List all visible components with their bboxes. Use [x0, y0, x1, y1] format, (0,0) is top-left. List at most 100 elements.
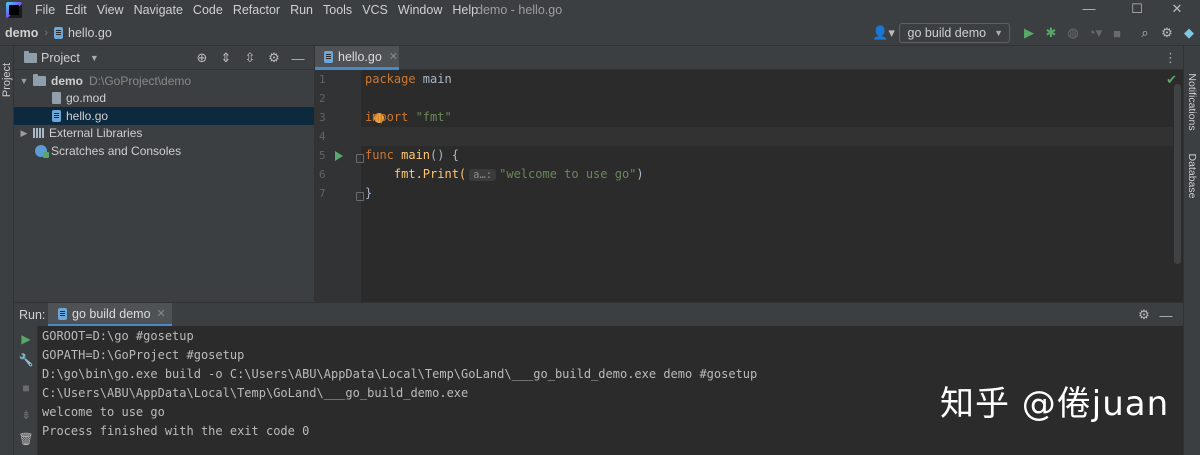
console-line: welcome to use go	[42, 405, 165, 419]
editor-tab-bar: hello.go ✕ ⋮	[315, 46, 1183, 70]
menu-navigate[interactable]: Navigate	[129, 0, 188, 20]
stop-icon[interactable]: ■	[14, 381, 38, 395]
wrench-icon[interactable]: 🔧	[14, 353, 38, 367]
breadcrumb-project[interactable]: demo	[5, 26, 38, 40]
line-number: 3	[319, 111, 326, 124]
menu-file[interactable]: File	[30, 0, 60, 20]
library-icon	[33, 128, 45, 139]
run-gutter-icon[interactable]	[335, 151, 343, 161]
project-tool-button[interactable]: Project	[1, 59, 13, 101]
code-line-5: func main() {	[365, 148, 459, 162]
profile-icon[interactable]: ◔▾	[1084, 25, 1106, 41]
fold-icon[interactable]	[356, 192, 364, 201]
line-number: 1	[319, 73, 326, 86]
coverage-icon[interactable]: ◍	[1062, 25, 1084, 41]
tree-item-scratches[interactable]: Scratches and Consoles	[14, 142, 314, 160]
expand-all-icon[interactable]: ⇕	[214, 50, 238, 66]
close-window-button[interactable]: ✕	[1154, 0, 1200, 20]
code-line-1: package main	[365, 72, 452, 86]
tree-item-label: go.mod	[66, 91, 107, 106]
editor-gutter: 1 2 3 4 5 6 7	[315, 70, 364, 302]
menu-vcs[interactable]: VCS	[357, 0, 393, 20]
go-file-icon	[52, 109, 61, 122]
search-icon[interactable]: ⌕	[1134, 25, 1156, 41]
breadcrumb-file[interactable]: hello.go	[54, 26, 112, 40]
user-icon[interactable]: 👤▾	[869, 25, 899, 41]
current-line-highlight	[361, 127, 1173, 146]
project-panel: Project ▼ ⊕ ⇕ ⇳ ⚙ — ▼ demo D:\GoProject\…	[14, 46, 315, 302]
settings-gear-icon[interactable]: ⚙	[1133, 307, 1155, 323]
console-line: D:\go\bin\go.exe build -o C:\Users\ABU\A…	[42, 367, 758, 381]
tree-item-hello-go[interactable]: hello.go	[14, 107, 314, 125]
line-number: 2	[319, 92, 326, 105]
tree-item-demo[interactable]: ▼ demo D:\GoProject\demo	[14, 72, 314, 90]
project-view-select[interactable]: Project	[41, 51, 80, 65]
tree-item-external-libraries[interactable]: ▶ External Libraries	[14, 125, 314, 143]
console-line: GOPATH=D:\GoProject #gosetup	[42, 348, 245, 362]
window-title: demo - hello.go	[476, 3, 563, 17]
menu-window[interactable]: Window	[393, 0, 447, 20]
database-tool-button[interactable]: Database	[1186, 136, 1198, 216]
editor-tab-label: hello.go	[338, 49, 382, 64]
editor-tab-hello-go[interactable]: hello.go ✕	[315, 46, 399, 70]
project-panel-header: Project ▼ ⊕ ⇕ ⇳ ⚙ —	[14, 46, 314, 70]
run-icon[interactable]: ▶	[1018, 25, 1040, 41]
code-line-7: }	[365, 186, 373, 200]
run-configuration-select[interactable]: go build demo ▼	[898, 23, 1010, 43]
menu-view[interactable]: View	[92, 0, 129, 20]
hide-panel-icon[interactable]: —	[286, 51, 310, 66]
menu-run[interactable]: Run	[285, 0, 318, 20]
code-line-3: import "fmt"	[365, 110, 452, 124]
editor-scrollbar[interactable]	[1174, 84, 1181, 264]
more-options-icon[interactable]: ⋮	[1164, 46, 1177, 70]
run-configuration-label: go build demo	[907, 26, 987, 40]
line-number: 6	[319, 168, 326, 181]
settings-gear-icon[interactable]: ⚙	[1156, 25, 1178, 41]
run-tab-go-build-demo[interactable]: go build demo ✕	[48, 303, 172, 327]
navigation-bar: demo › hello.go 👤▾ go build demo ▼ ▶ ✱ ◍…	[0, 20, 1200, 46]
toolbox-icon[interactable]: ◆	[1178, 25, 1200, 41]
stop-icon[interactable]: ■	[1106, 26, 1128, 41]
minimize-button[interactable]: —	[1066, 0, 1112, 20]
scroll-to-end-icon[interactable]: ⇟	[14, 408, 38, 422]
close-tab-icon[interactable]: ✕	[389, 50, 398, 63]
collapse-all-icon[interactable]: ⇳	[238, 50, 262, 66]
chevron-down-icon: ▼	[994, 28, 1003, 38]
console-line: C:\Users\ABU\AppData\Local\Temp\GoLand\_…	[42, 386, 469, 400]
folder-icon	[33, 73, 46, 86]
go-file-icon	[324, 50, 333, 63]
project-view-icon	[24, 50, 37, 63]
options-gear-icon[interactable]: ⚙	[262, 50, 286, 66]
go-mod-file-icon	[52, 92, 61, 105]
parameter-hint: a…:	[469, 169, 497, 181]
locate-file-icon[interactable]: ⊕	[190, 50, 214, 66]
console-line: Process finished with the exit code 0	[42, 424, 310, 438]
chevron-down-icon[interactable]: ▼	[90, 53, 99, 63]
fold-icon[interactable]	[356, 154, 364, 163]
notifications-tool-button[interactable]: Notifications	[1186, 62, 1198, 142]
goland-logo-icon	[6, 2, 22, 18]
breadcrumb-separator-icon: ›	[44, 26, 49, 39]
run-panel-header: Run: go build demo ✕ ⚙ —	[14, 302, 1183, 327]
trash-icon[interactable]: 🗑	[14, 432, 38, 446]
tree-item-go-mod[interactable]: go.mod	[14, 90, 314, 108]
console-line: GOROOT=D:\go #gosetup	[42, 329, 194, 343]
menu-code[interactable]: Code	[188, 0, 228, 20]
collapsed-arrow-icon[interactable]: ▶	[18, 128, 30, 139]
menu-edit[interactable]: Edit	[60, 0, 92, 20]
code-line-6: fmt.Print(a…: "welcome to use go")	[365, 167, 644, 181]
tree-item-label: hello.go	[66, 108, 109, 123]
code-editor[interactable]: 1 2 3 4 5 6 7 package main import "fmt" …	[315, 70, 1183, 302]
menu-tools[interactable]: Tools	[318, 0, 357, 20]
expanded-arrow-icon[interactable]: ▼	[18, 76, 30, 86]
line-number: 7	[319, 187, 326, 200]
tree-item-label: External Libraries	[49, 126, 143, 141]
run-panel-label: Run:	[19, 307, 46, 322]
line-number: 5	[319, 149, 326, 162]
debug-icon[interactable]: ✱	[1040, 25, 1062, 41]
close-tab-icon[interactable]: ✕	[157, 307, 166, 320]
right-tool-stripe: Notifications Database	[1183, 46, 1200, 455]
rerun-icon[interactable]: ▶	[14, 332, 38, 346]
hide-panel-icon[interactable]: —	[1155, 308, 1177, 323]
menu-refactor[interactable]: Refactor	[228, 0, 285, 20]
